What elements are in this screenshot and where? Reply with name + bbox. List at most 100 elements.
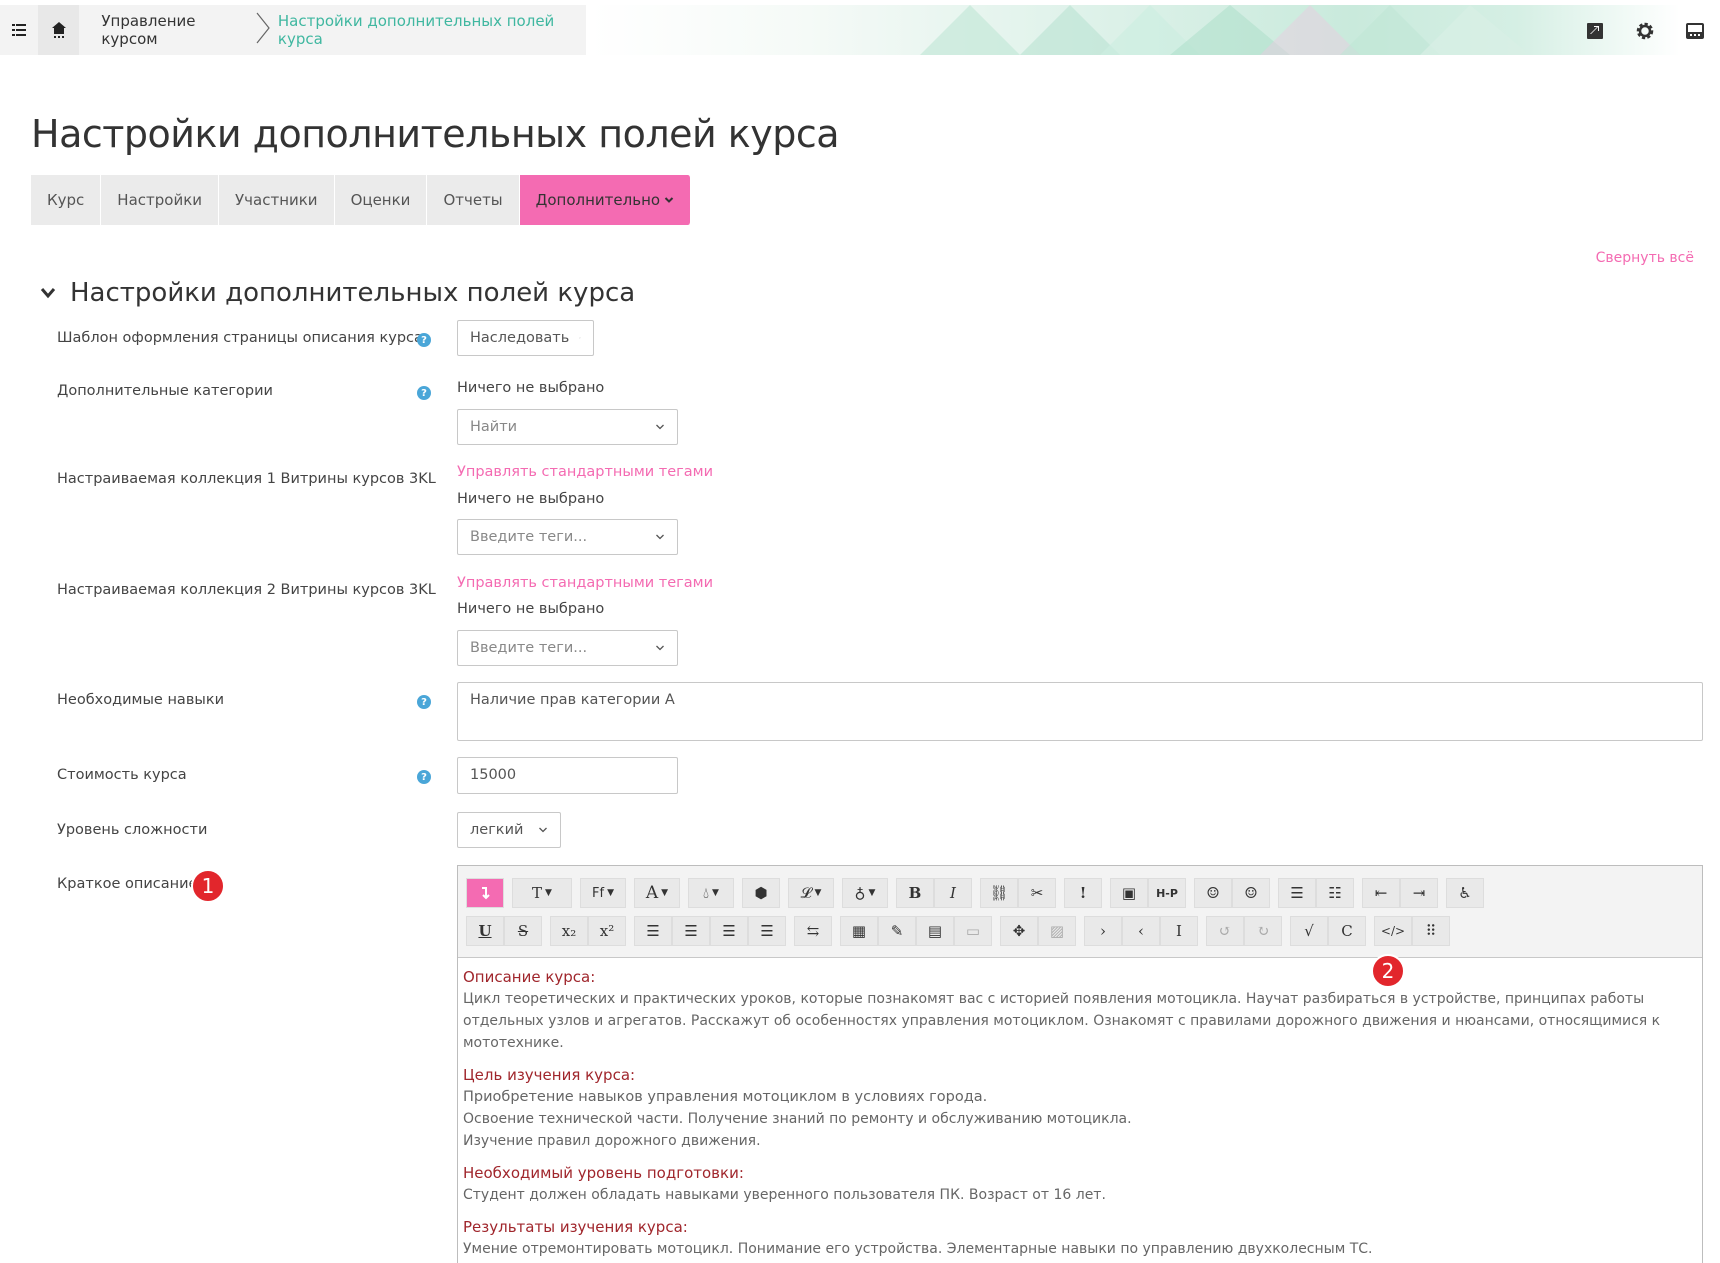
message-icon[interactable] bbox=[1570, 16, 1620, 46]
numbered-list-button[interactable]: ☷ bbox=[1316, 878, 1354, 908]
prev-button[interactable]: ‹ bbox=[1122, 916, 1160, 946]
math-button[interactable]: √ bbox=[1290, 916, 1328, 946]
image-icon: ▣ bbox=[1121, 884, 1137, 902]
collapse-all-link[interactable]: Свернуть всё bbox=[1596, 250, 1694, 266]
text-style-button[interactable]: T ▼ bbox=[512, 878, 572, 908]
italic-button[interactable]: I bbox=[934, 878, 972, 908]
text-cursor-button[interactable]: I bbox=[1160, 916, 1198, 946]
content-heading: Цель изучения курса: bbox=[463, 1066, 636, 1084]
link-button[interactable]: ⛓︎ bbox=[980, 878, 1018, 908]
help-icon[interactable]: ? bbox=[417, 770, 431, 784]
accessibility-button[interactable]: ♿︎ bbox=[1446, 878, 1484, 908]
text-direction-button[interactable]: ⇆ bbox=[794, 916, 832, 946]
tab-reports[interactable]: Отчеты bbox=[427, 175, 520, 225]
collection1-tags-input[interactable]: Введите теги... bbox=[457, 519, 678, 555]
editor-toolbar: T ▼ Ff ▼ A ▼ 💧︎ ▼ ⬢ 𝓛 ▼ ♁ ▼ BI ⛓︎ ✂︎ ! ▣ H-P ☺ ☺ … bbox=[458, 866, 1702, 958]
collection2-tags-input[interactable]: Введите теги... bbox=[457, 630, 678, 666]
home-icon[interactable] bbox=[37, 5, 80, 55]
arrow-down-icon bbox=[482, 887, 490, 900]
content-paragraph: Освоение технической части. Получение зн… bbox=[463, 1111, 1132, 1127]
help-icon[interactable]: ? bbox=[417, 333, 431, 347]
tab-grades[interactable]: Оценки bbox=[334, 175, 428, 225]
collapse-toolbar-button[interactable] bbox=[466, 878, 504, 908]
chevron-down-icon bbox=[539, 827, 547, 833]
equation-style-button[interactable]: 𝓛 ▼ bbox=[788, 878, 834, 908]
text-cursor-icon: I bbox=[1176, 922, 1182, 940]
text-direction-icon: ⇆ bbox=[806, 922, 820, 940]
more-toolbar-button[interactable]: ⠿ bbox=[1412, 916, 1450, 946]
annotation-badge-1: 1 bbox=[191, 869, 225, 903]
align-justify-button[interactable]: ☰ bbox=[748, 916, 786, 946]
redo-button[interactable]: ↻ bbox=[1244, 916, 1282, 946]
gear-icon[interactable] bbox=[1620, 16, 1670, 46]
emoji-button[interactable]: ☺ bbox=[1194, 878, 1232, 908]
strikethrough-button[interactable]: S bbox=[504, 916, 542, 946]
skills-textarea[interactable]: Наличие прав категории А bbox=[457, 682, 1703, 741]
accessibility-icon: ♿︎ bbox=[1458, 884, 1472, 902]
annotation-badge-2: 2 bbox=[1371, 954, 1405, 988]
indent-button[interactable]: ⇥ bbox=[1400, 878, 1438, 908]
difficulty-select[interactable]: легкий bbox=[457, 812, 561, 848]
collection1-label: Настраиваемая коллекция 1 Витрины курсов… bbox=[57, 471, 436, 487]
html-insert-button[interactable]: ▭ bbox=[954, 916, 992, 946]
help-icon[interactable]: ? bbox=[417, 386, 431, 400]
chemistry-button[interactable]: C bbox=[1328, 916, 1366, 946]
collection2-none: Ничего не выбрано bbox=[457, 601, 605, 617]
list-menu-icon[interactable] bbox=[0, 5, 38, 55]
next-button[interactable]: › bbox=[1084, 916, 1122, 946]
drawer-icon[interactable] bbox=[1670, 16, 1720, 46]
subscript-button[interactable]: x₂ bbox=[550, 916, 588, 946]
underline-button[interactable]: U bbox=[466, 916, 504, 946]
media-button[interactable]: ▨ bbox=[1038, 916, 1076, 946]
tab-more[interactable]: Дополнительно bbox=[519, 175, 692, 225]
align-left-button[interactable]: ☰ bbox=[634, 916, 672, 946]
editor-content[interactable]: Описание курса: Цикл теоретических и пра… bbox=[458, 958, 1702, 1263]
undo-button[interactable]: ↺ bbox=[1206, 916, 1244, 946]
insert-box-button[interactable]: ⬢ bbox=[742, 878, 780, 908]
outdent-button[interactable]: ⇤ bbox=[1362, 878, 1400, 908]
template-select[interactable]: Наследовать bbox=[457, 320, 594, 356]
font-family-button[interactable]: Ff ▼ bbox=[580, 878, 626, 908]
cost-input[interactable]: 15000 bbox=[457, 757, 678, 794]
skills-label: Необходимые навыки bbox=[57, 692, 224, 708]
superscript-button[interactable]: x² bbox=[588, 916, 626, 946]
breadcrumb-course-management[interactable]: Управление курсом bbox=[101, 12, 248, 48]
tab-settings[interactable]: Настройки bbox=[101, 175, 220, 225]
tab-participants[interactable]: Участники bbox=[219, 175, 335, 225]
text-style-icon: T bbox=[532, 884, 543, 902]
unlink-button[interactable]: ✂︎ bbox=[1018, 878, 1056, 908]
emoticon-button[interactable]: ☺ bbox=[1232, 878, 1270, 908]
grid-dots-icon: ⠿ bbox=[1425, 922, 1437, 940]
chevron-down-icon bbox=[40, 288, 56, 299]
edit-button[interactable]: ✎ bbox=[878, 916, 916, 946]
tab-course[interactable]: Курс bbox=[31, 175, 102, 225]
alert-button[interactable]: ! bbox=[1064, 878, 1102, 908]
calculator-button[interactable]: ▦ bbox=[840, 916, 878, 946]
chevron-left-icon: ‹ bbox=[1138, 922, 1144, 940]
h5p-button[interactable]: H-P bbox=[1148, 878, 1186, 908]
table-button[interactable]: ▤ bbox=[916, 916, 954, 946]
header-decoration bbox=[590, 5, 1680, 55]
bold-button[interactable]: B bbox=[896, 878, 934, 908]
image-button[interactable]: ▣ bbox=[1110, 878, 1148, 908]
collection2-manage-tags-link[interactable]: Управлять стандартными тегами bbox=[457, 575, 713, 591]
collection1-manage-tags-link[interactable]: Управлять стандартными тегами bbox=[457, 464, 713, 480]
hint-button[interactable]: ♁ ▼ bbox=[842, 878, 888, 908]
font-size-button[interactable]: A ▼ bbox=[634, 878, 680, 908]
extra-categories-placeholder: Найти bbox=[470, 419, 518, 435]
collection2-placeholder: Введите теги... bbox=[470, 640, 588, 656]
fullscreen-button[interactable]: ✥ bbox=[1000, 916, 1038, 946]
align-right-button[interactable]: ☰ bbox=[710, 916, 748, 946]
font-color-button[interactable]: 💧︎ ▼ bbox=[688, 878, 734, 908]
collection1-none: Ничего не выбрано bbox=[457, 491, 605, 507]
bulleted-list-button[interactable]: ☰ bbox=[1278, 878, 1316, 908]
extra-categories-search[interactable]: Найти bbox=[457, 409, 678, 445]
align-center-button[interactable]: ☰ bbox=[672, 916, 710, 946]
html-source-button[interactable]: </> bbox=[1374, 916, 1412, 946]
help-icon[interactable]: ? bbox=[417, 695, 431, 709]
exclamation-icon: ! bbox=[1079, 884, 1087, 902]
section-header[interactable]: Настройки дополнительных полей курса bbox=[40, 278, 635, 308]
collection1-placeholder: Введите теги... bbox=[470, 529, 588, 545]
link-icon: ⛓︎ bbox=[989, 884, 1009, 902]
page-title: Настройки дополнительных полей курса bbox=[31, 112, 840, 156]
